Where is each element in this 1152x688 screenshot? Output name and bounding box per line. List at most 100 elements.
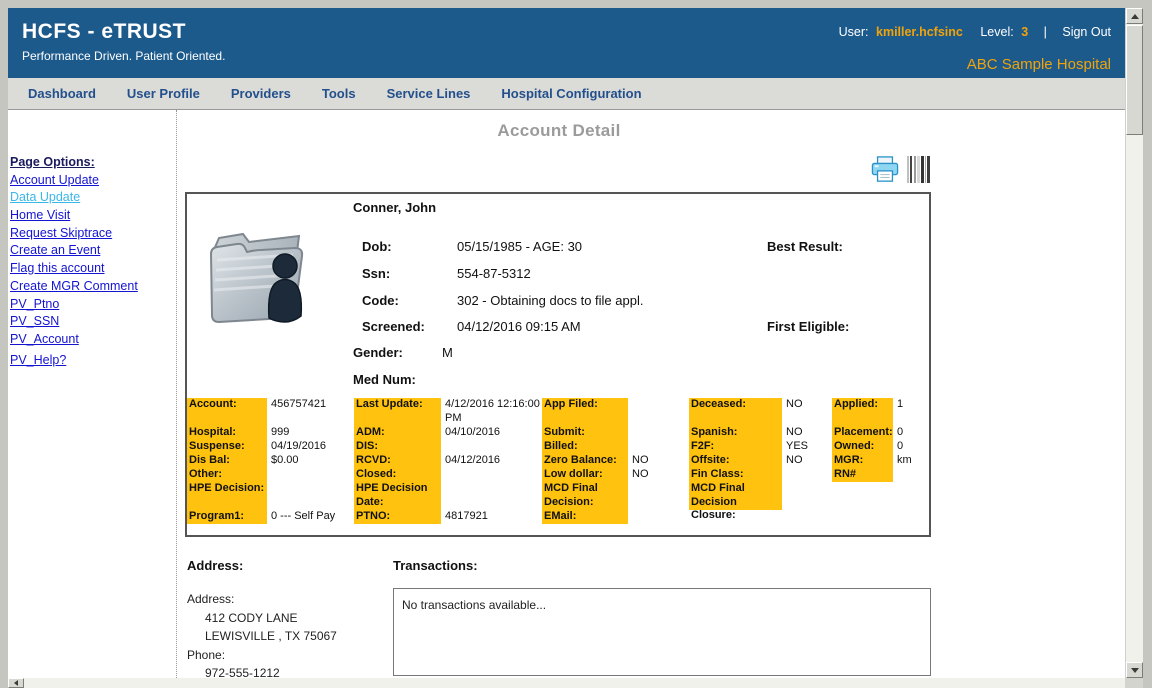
grid-field-value: $0.00 xyxy=(267,454,354,468)
grid-column: App Filed:Submit:Billed:Zero Balance:NOL… xyxy=(542,398,689,524)
patient-right-field-label: Best Result: xyxy=(767,239,843,254)
grid-field-label: HPE Decision: xyxy=(187,482,267,510)
grid-field-label: PTNO: xyxy=(354,510,441,524)
user-label: User: xyxy=(839,25,869,39)
grid-field-value: 4817921 xyxy=(441,510,542,524)
up-arrow-icon xyxy=(1131,14,1139,19)
grid-field-label: RN# xyxy=(832,468,893,482)
nav-item-providers[interactable]: Providers xyxy=(231,86,291,101)
grid-field-value xyxy=(267,482,354,510)
grid-field-value xyxy=(893,468,933,482)
patient-field-label: Med Num: xyxy=(353,372,416,387)
scroll-up-button[interactable] xyxy=(1126,8,1143,24)
grid-field-label: Program1: xyxy=(187,510,267,524)
grid-field-label: Offsite: xyxy=(689,454,782,468)
transactions-section-heading: Transactions: xyxy=(393,558,478,573)
grid-field-value xyxy=(628,426,689,440)
patient-name: Conner, John xyxy=(353,200,436,215)
grid-column: Deceased:NOSpanish:NOF2F:YESOffsite:NOFi… xyxy=(689,398,832,524)
sidebar-link-request-skiptrace[interactable]: Request Skiptrace xyxy=(10,226,176,244)
grid-field-label: Last Update: xyxy=(354,398,441,426)
patient-field-label: Gender: xyxy=(353,345,403,360)
sidebar-link-pv-account[interactable]: PV_Account xyxy=(10,332,176,350)
grid-field-label: Dis Bal: xyxy=(187,454,267,468)
level-label: Level: xyxy=(980,25,1013,39)
vertical-scrollbar-thumb[interactable] xyxy=(1126,25,1143,135)
phone-value: 972-555-1212 xyxy=(187,664,337,678)
grid-field-value xyxy=(267,468,354,482)
printer-icon[interactable] xyxy=(870,156,900,188)
sidebar-link-account-update[interactable]: Account Update xyxy=(10,173,176,191)
grid-field-value xyxy=(628,398,689,426)
patient-field-label: Ssn: xyxy=(362,266,390,281)
grid-field-label: Applied: xyxy=(832,398,893,426)
patient-field-label: Screened: xyxy=(362,319,425,334)
app-title: HCFS - eTRUST xyxy=(22,20,186,44)
grid-column: Account:456757421Hospital:999Suspense:04… xyxy=(187,398,354,524)
sign-out-link[interactable]: Sign Out xyxy=(1062,25,1111,39)
app-tagline: Performance Driven. Patient Oriented. xyxy=(22,49,225,63)
sidebar-link-home-visit[interactable]: Home Visit xyxy=(10,208,176,226)
down-arrow-icon xyxy=(1131,668,1139,673)
grid-field-label: MCD Final Decision Closure: xyxy=(689,482,782,510)
grid-field-label: RCVD: xyxy=(354,454,441,468)
sidebar-link-pv-ptno[interactable]: PV_Ptno xyxy=(10,297,176,315)
hospital-name: ABC Sample Hospital xyxy=(967,56,1111,73)
grid-field-value: NO xyxy=(782,398,832,426)
nav-item-tools[interactable]: Tools xyxy=(322,86,356,101)
sidebar-link-pv-ssn[interactable]: PV_SSN xyxy=(10,314,176,332)
phone-label: Phone: xyxy=(187,646,337,665)
nav-item-dashboard[interactable]: Dashboard xyxy=(28,86,96,101)
horizontal-scrollbar[interactable] xyxy=(8,678,1125,688)
grid-field-value xyxy=(628,440,689,454)
page-title: Account Detail xyxy=(185,121,933,141)
grid-field-label: Owned: xyxy=(832,440,893,454)
username: kmiller.hcfsinc xyxy=(876,25,963,39)
barcode-icon[interactable] xyxy=(907,156,931,188)
grid-field-label: Deceased: xyxy=(689,398,782,426)
sidebar-link-flag-this-account[interactable]: Flag this account xyxy=(10,261,176,279)
grid-field-value: 456757421 xyxy=(267,398,354,426)
scroll-down-button[interactable] xyxy=(1126,662,1143,678)
grid-field-label: Placement: xyxy=(832,426,893,440)
grid-field-value: 0 xyxy=(893,440,933,454)
vertical-scrollbar[interactable] xyxy=(1125,8,1143,678)
address-line: LEWISVILLE , TX 75067 xyxy=(187,627,337,646)
divider: | xyxy=(1044,25,1047,39)
address-block: Address:412 CODY LANELEWISVILLE , TX 750… xyxy=(187,590,337,678)
patient-field-value: 302 - Obtaining docs to file appl. xyxy=(457,293,643,308)
nav-item-service-lines[interactable]: Service Lines xyxy=(387,86,471,101)
grid-field-label: EMail: xyxy=(542,510,628,524)
grid-field-value xyxy=(441,440,542,454)
grid-field-value xyxy=(441,482,542,510)
grid-field-label: App Filed: xyxy=(542,398,628,426)
grid-field-label: Closed: xyxy=(354,468,441,482)
patient-field-value: 04/12/2016 09:15 AM xyxy=(457,319,581,334)
nav-item-hospital-configuration[interactable]: Hospital Configuration xyxy=(501,86,641,101)
grid-field-label: Other: xyxy=(187,468,267,482)
app-window: HCFS - eTRUST Performance Driven. Patien… xyxy=(8,8,1125,678)
grid-field-value: 04/12/2016 xyxy=(441,454,542,468)
grid-field-value xyxy=(628,510,689,524)
sidebar-link-create-mgr-comment[interactable]: Create MGR Comment xyxy=(10,279,176,297)
nav-item-user-profile[interactable]: User Profile xyxy=(127,86,200,101)
user-info-bar: User: kmiller.hcfsinc Level: 3 | Sign Ou… xyxy=(835,25,1111,39)
patient-field-label: Dob: xyxy=(362,239,392,254)
sidebar-heading: Page Options: xyxy=(10,155,176,173)
level-value: 3 xyxy=(1021,25,1028,39)
grid-field-label: HPE Decision Date: xyxy=(354,482,441,510)
scroll-left-button[interactable] xyxy=(8,678,24,688)
grid-field-value: 04/10/2016 xyxy=(441,426,542,440)
sidebar-link-data-update[interactable]: Data Update xyxy=(10,190,176,208)
grid-field-value: NO xyxy=(782,426,832,440)
sidebar-link-pv-help[interactable]: PV_Help? xyxy=(10,353,176,371)
transactions-box: No transactions available... xyxy=(393,588,931,676)
grid-field-label: Billed: xyxy=(542,440,628,454)
grid-field-value xyxy=(441,468,542,482)
scrollbar-corner xyxy=(1125,678,1143,688)
sidebar-link-create-an-event[interactable]: Create an Event xyxy=(10,243,176,261)
grid-field-label: DIS: xyxy=(354,440,441,454)
grid-field-value: 4/12/2016 12:16:00 PM xyxy=(441,398,542,426)
grid-field-value: 04/19/2016 xyxy=(267,440,354,454)
grid-field-value: NO xyxy=(782,454,832,468)
